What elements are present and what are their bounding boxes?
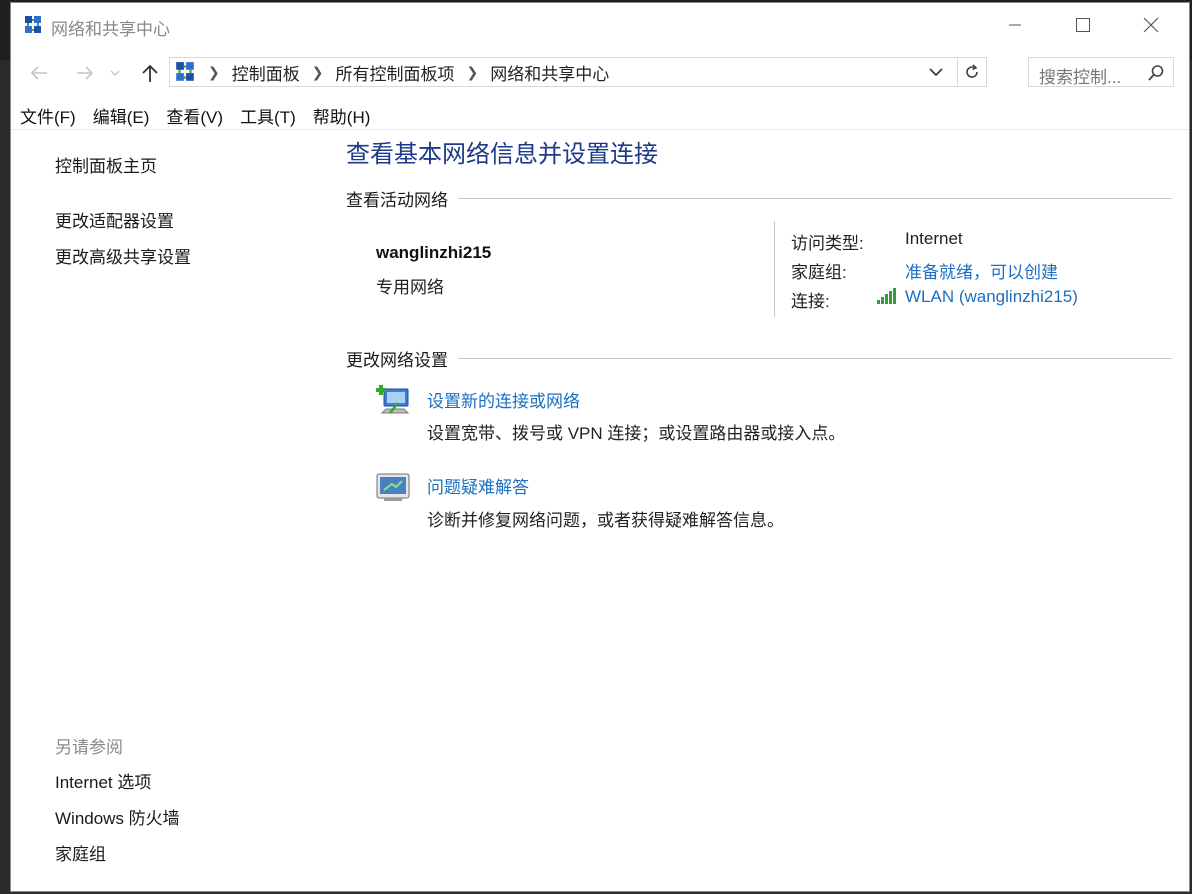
breadcrumb: ❯ 控制面板 ❯ 所有控制面板项 ❯ 网络和共享中心 (170, 58, 609, 86)
close-button[interactable] (1117, 3, 1185, 47)
navigation-bar: ❯ 控制面板 ❯ 所有控制面板项 ❯ 网络和共享中心 搜索控制... (11, 55, 1189, 91)
forward-button[interactable] (71, 55, 99, 91)
menu-file[interactable]: 文件(F) (11, 99, 84, 129)
menu-help[interactable]: 帮助(H) (304, 99, 379, 129)
chevron-down-icon (929, 68, 943, 77)
wifi-signal-icon (877, 288, 896, 304)
control-panel-icon (176, 62, 194, 81)
network-type: 专用网络 (376, 278, 444, 297)
menu-view[interactable]: 查看(V) (157, 99, 231, 129)
close-icon (1143, 17, 1159, 33)
breadcrumb-all-items[interactable]: 所有控制面板项 (335, 60, 454, 85)
see-also-windows-firewall[interactable]: Windows 防火墙 (55, 804, 180, 829)
sidebar-change-advanced-sharing[interactable]: 更改高级共享设置 (55, 243, 191, 268)
breadcrumb-network-center[interactable]: 网络和共享中心 (490, 60, 609, 85)
window-title: 网络和共享中心 (51, 20, 170, 39)
address-bar[interactable]: ❯ 控制面板 ❯ 所有控制面板项 ❯ 网络和共享中心 (169, 57, 987, 87)
search-icon[interactable] (1147, 64, 1165, 82)
access-type-label: 访问类型: (791, 234, 864, 253)
troubleshoot-link[interactable]: 问题疑难解答 (427, 473, 529, 498)
chevron-right-icon[interactable]: ❯ (208, 64, 220, 81)
back-arrow-icon (30, 66, 47, 80)
maximize-icon (1076, 18, 1090, 32)
chevron-right-icon[interactable]: ❯ (466, 64, 478, 81)
troubleshoot-desc: 诊断并修复网络问题，或者获得疑难解答信息。 (427, 511, 784, 530)
network-sharing-center-window: 网络和共享中心 ❯ 控制面板 ❯ 所有控制面板项 ❯ 网络和共享中心 搜索控制.… (10, 2, 1190, 892)
sidebar-change-adapter-settings[interactable]: 更改适配器设置 (55, 207, 174, 232)
chevron-down-icon (110, 70, 120, 76)
network-center-icon (25, 16, 41, 33)
wlan-connection-link[interactable]: WLAN (wanglinzhi215) (905, 287, 1078, 307)
up-arrow-icon (142, 64, 158, 82)
active-networks-heading: 查看活动网络 (346, 190, 448, 210)
sidebar: 控制面板主页 更改适配器设置 更改高级共享设置 另请参阅 Internet 选项… (11, 130, 331, 891)
refresh-button[interactable] (957, 58, 986, 86)
back-button[interactable] (25, 55, 53, 91)
access-type-value: Internet (905, 229, 963, 248)
network-name: wanglinzhi215 (376, 243, 492, 262)
title-bar: 网络和共享中心 (11, 3, 1189, 47)
minimize-button[interactable] (981, 3, 1049, 47)
homegroup-label: 家庭组: (791, 263, 847, 282)
see-also-heading: 另请参阅 (55, 738, 123, 757)
breadcrumb-control-panel[interactable]: 控制面板 (232, 60, 300, 85)
connections-label: 连接: (791, 292, 830, 311)
refresh-icon (966, 64, 978, 78)
main-content: 查看基本网络信息并设置连接 查看活动网络 wanglinzhi215 专用网络 … (346, 130, 1176, 890)
maximize-button[interactable] (1049, 3, 1117, 47)
active-networks-section: 查看活动网络 (346, 187, 1172, 210)
forward-arrow-icon (77, 66, 94, 80)
troubleshoot-icon (376, 473, 410, 501)
sidebar-control-panel-home[interactable]: 控制面板主页 (55, 152, 157, 177)
section-divider (458, 197, 1172, 199)
change-settings-section: 更改网络设置 (346, 347, 1172, 370)
minimize-icon (1009, 24, 1021, 26)
up-button[interactable] (136, 55, 164, 91)
recent-locations-button[interactable] (107, 55, 123, 91)
setup-new-connection-desc: 设置宽带、拨号或 VPN 连接；或设置路由器或接入点。 (427, 424, 846, 443)
change-settings-heading: 更改网络设置 (346, 350, 448, 370)
menu-tools[interactable]: 工具(T) (231, 99, 304, 129)
page-title: 查看基本网络信息并设置连接 (346, 141, 658, 168)
homegroup-link[interactable]: 准备就绪，可以创建 (905, 258, 1058, 283)
menu-bar: 文件(F) 编辑(E) 查看(V) 工具(T) 帮助(H) (11, 99, 1189, 129)
see-also-homegroup[interactable]: 家庭组 (55, 840, 106, 865)
vertical-divider (774, 221, 775, 317)
search-box[interactable]: 搜索控制... (1028, 57, 1174, 87)
new-connection-icon (376, 385, 410, 414)
see-also-internet-options[interactable]: Internet 选项 (55, 768, 151, 793)
address-dropdown-button[interactable] (924, 58, 948, 86)
chevron-right-icon[interactable]: ❯ (312, 64, 324, 81)
setup-new-connection-link[interactable]: 设置新的连接或网络 (427, 387, 580, 412)
section-divider (458, 357, 1172, 359)
search-input[interactable]: 搜索控制... (1039, 63, 1121, 88)
menu-edit[interactable]: 编辑(E) (84, 99, 158, 129)
